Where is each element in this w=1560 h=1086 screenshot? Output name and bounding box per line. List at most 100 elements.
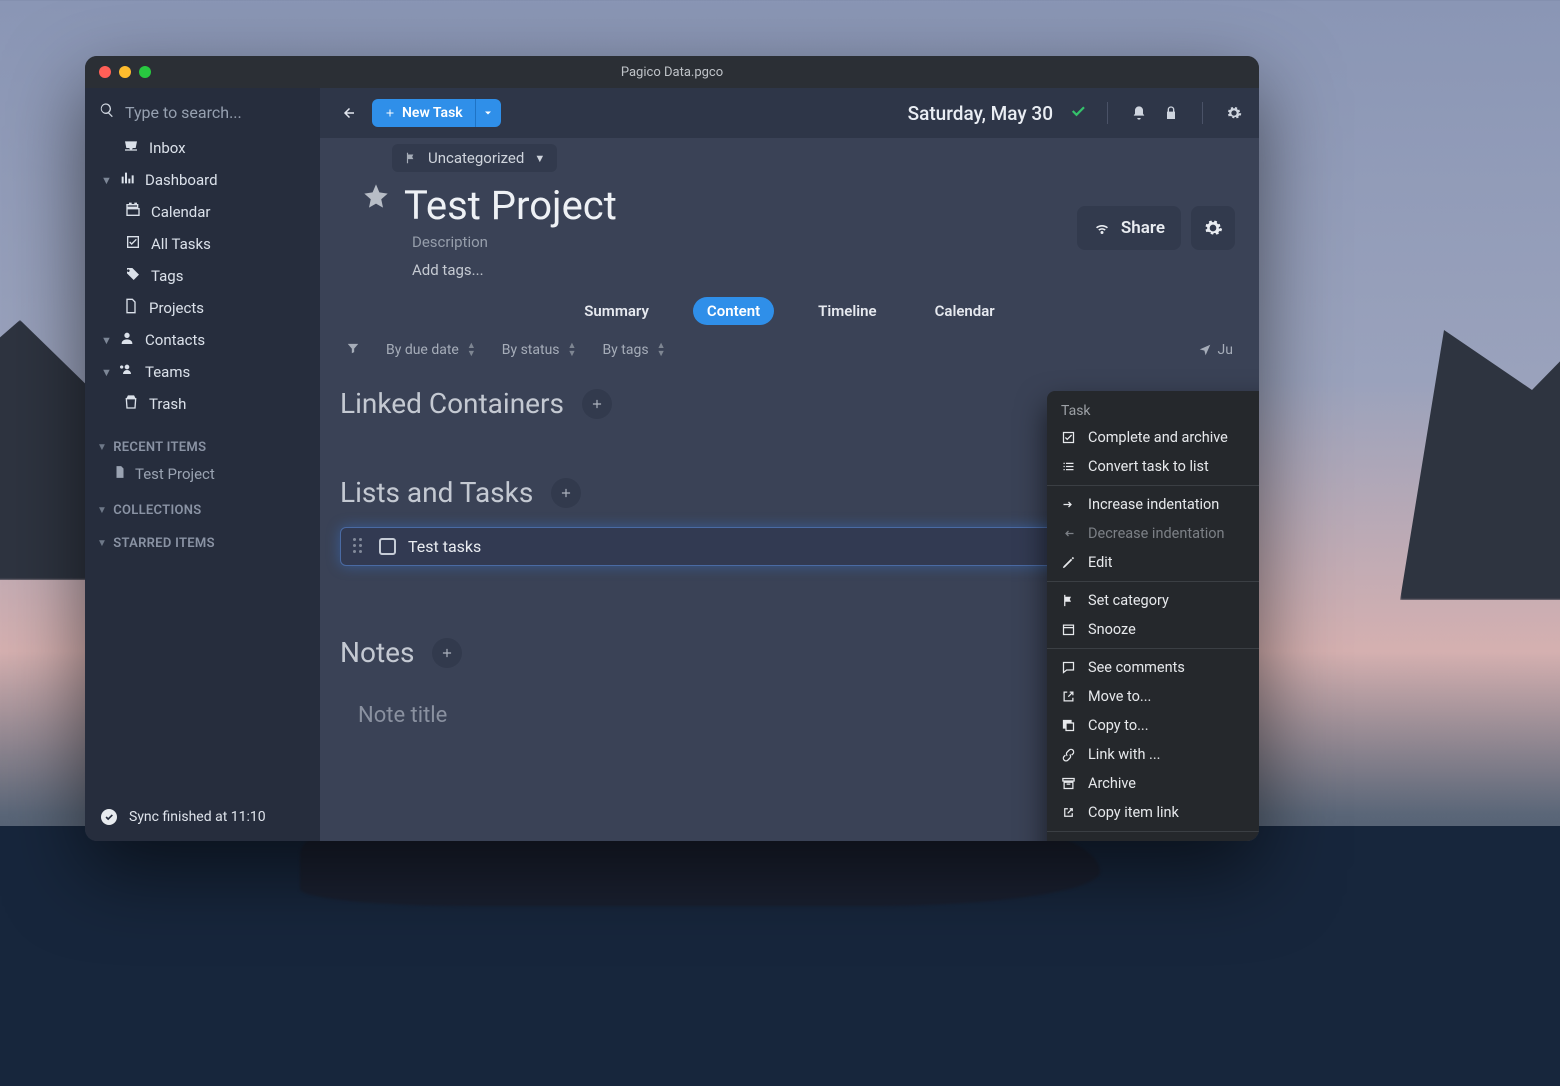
tags-icon — [125, 266, 141, 286]
ctx-label: Copy item link — [1088, 804, 1259, 821]
ctx-set-category[interactable]: Set category › — [1047, 586, 1259, 615]
arrow-left-icon — [1061, 526, 1076, 541]
window-minimize-button[interactable] — [119, 66, 131, 78]
new-task-label: New Task — [402, 105, 463, 121]
filter-icon[interactable] — [346, 341, 360, 359]
tab-calendar[interactable]: Calendar — [921, 297, 1009, 325]
sidebar-item-tags[interactable]: Tags — [85, 260, 320, 292]
filter-by-status-label: By status — [502, 342, 560, 358]
ctx-label: Archive — [1088, 775, 1259, 792]
new-task-dropdown[interactable] — [475, 99, 501, 127]
star-icon[interactable] — [362, 182, 390, 214]
task-checkbox[interactable] — [379, 538, 396, 555]
location-arrow-icon — [1198, 343, 1212, 357]
ctx-complete-archive[interactable]: Complete and archive — [1047, 423, 1259, 452]
calendar-icon — [125, 202, 141, 222]
sidebar-label-contacts: Contacts — [145, 331, 308, 349]
ctx-snooze[interactable]: Snooze › — [1047, 615, 1259, 644]
ctx-link-with[interactable]: Link with ... — [1047, 740, 1259, 769]
filter-by-due[interactable]: By due date ▲▼ — [386, 342, 476, 358]
section-lists-label: Lists and Tasks — [340, 476, 533, 509]
copy-icon — [1061, 718, 1076, 733]
archive-icon — [1061, 776, 1076, 791]
jump-to-button[interactable]: Ju — [1198, 342, 1233, 358]
notifications-button[interactable] — [1128, 102, 1150, 124]
document-icon — [113, 465, 127, 483]
sidebar-label-calendar: Calendar — [151, 203, 308, 221]
sidebar-item-all-tasks[interactable]: All Tasks — [85, 228, 320, 260]
sidebar-item-dashboard[interactable]: ▼ Dashboard — [85, 164, 320, 196]
external-link-icon — [1061, 805, 1076, 820]
all-tasks-icon — [125, 234, 141, 254]
ctx-label: Convert task to list — [1088, 458, 1259, 475]
project-tabs: Summary Content Timeline Calendar — [340, 297, 1239, 325]
wifi-icon — [1093, 219, 1111, 237]
sidebar: Inbox ▼ Dashboard Calendar All Tasks — [85, 88, 320, 841]
disclosure-triangle-icon: ▼ — [97, 505, 107, 516]
add-tags-button[interactable]: Add tags... — [412, 261, 1239, 279]
sidebar-section-starred[interactable]: ▼ STARRED ITEMS — [85, 522, 320, 555]
drag-handle-icon[interactable] — [353, 538, 367, 556]
tab-timeline[interactable]: Timeline — [804, 297, 890, 325]
ctx-convert-to-list[interactable]: Convert task to list — [1047, 452, 1259, 481]
ctx-copy-link[interactable]: Copy item link — [1047, 798, 1259, 827]
chevron-down-icon: ▼ — [534, 152, 545, 165]
lock-button[interactable] — [1160, 102, 1182, 124]
ctx-label: Increase indentation — [1088, 496, 1259, 513]
category-selector[interactable]: Uncategorized ▼ — [392, 144, 557, 172]
link-icon — [1061, 747, 1076, 762]
share-button[interactable]: Share — [1077, 206, 1181, 250]
tab-content[interactable]: Content — [693, 297, 774, 325]
ctx-edit[interactable]: Edit — [1047, 548, 1259, 577]
window-title: Pagico Data.pgco — [85, 65, 1259, 80]
tab-summary[interactable]: Summary — [570, 297, 663, 325]
ctx-move-to[interactable]: Move to... — [1047, 682, 1259, 711]
sidebar-item-projects[interactable]: Projects — [85, 292, 320, 324]
filter-by-status[interactable]: By status ▲▼ — [502, 342, 577, 358]
add-linked-container-button[interactable] — [582, 389, 612, 419]
new-task-button[interactable]: New Task — [372, 99, 475, 127]
sidebar-section-recent[interactable]: ▼ RECENT ITEMS — [85, 426, 320, 459]
titlebar: Pagico Data.pgco — [85, 56, 1259, 88]
back-button[interactable] — [334, 99, 362, 127]
ctx-label: Move to... — [1088, 688, 1259, 705]
flag-icon — [404, 151, 418, 165]
section-linked-label: Linked Containers — [340, 387, 564, 420]
sidebar-item-calendar[interactable]: Calendar — [85, 196, 320, 228]
project-title[interactable]: Test Project — [404, 182, 617, 229]
comment-icon — [1061, 660, 1076, 675]
section-notes-label: Notes — [340, 636, 414, 669]
ctx-see-comments[interactable]: See comments — [1047, 653, 1259, 682]
jump-label: Ju — [1218, 342, 1233, 358]
context-menu-header: Task — [1047, 397, 1259, 423]
ctx-label: Copy to... — [1088, 717, 1259, 734]
ctx-increase-indent[interactable]: Increase indentation — [1047, 490, 1259, 519]
disclosure-triangle-icon: ▼ — [97, 538, 107, 549]
ctx-delete[interactable]: Delete — [1047, 836, 1259, 841]
window-zoom-button[interactable] — [139, 66, 151, 78]
task-context-menu: Task Complete and archive Convert task t… — [1047, 391, 1259, 841]
sidebar-item-inbox[interactable]: Inbox — [85, 132, 320, 164]
add-note-button[interactable] — [432, 638, 462, 668]
settings-button[interactable] — [1223, 102, 1245, 124]
sidebar-label-tags: Tags — [151, 267, 308, 285]
window-close-button[interactable] — [99, 66, 111, 78]
ctx-label: Set category — [1088, 592, 1259, 609]
expand-icon: ▼ — [101, 334, 111, 347]
project-settings-button[interactable] — [1191, 206, 1235, 250]
sidebar-label-inbox: Inbox — [149, 139, 308, 157]
sidebar-item-trash[interactable]: Trash — [85, 388, 320, 420]
category-label: Uncategorized — [428, 149, 524, 167]
add-list-task-button[interactable] — [551, 478, 581, 508]
ctx-archive[interactable]: Archive — [1047, 769, 1259, 798]
sidebar-section-collections[interactable]: ▼ COLLECTIONS — [85, 489, 320, 522]
filter-by-tags[interactable]: By tags ▲▼ — [602, 342, 665, 358]
ctx-label: Snooze — [1088, 621, 1259, 638]
date-label: Saturday, May 30 — [908, 102, 1053, 125]
sidebar-item-contacts[interactable]: ▼ Contacts — [85, 324, 320, 356]
ctx-copy-to[interactable]: Copy to... — [1047, 711, 1259, 740]
recent-item[interactable]: Test Project — [85, 459, 320, 489]
sidebar-item-teams[interactable]: ▼ Teams — [85, 356, 320, 388]
search-input[interactable] — [125, 103, 328, 122]
sidebar-label-all-tasks: All Tasks — [151, 235, 308, 253]
